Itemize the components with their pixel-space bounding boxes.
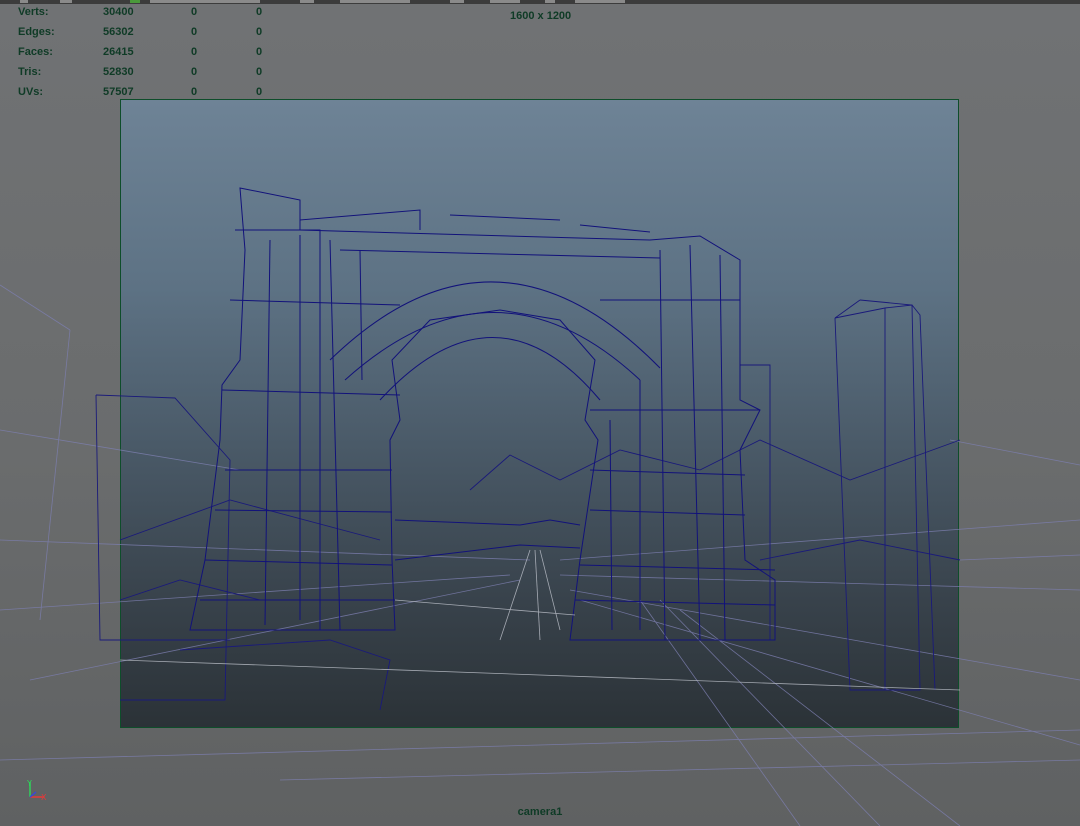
hud-row-faces: Faces: 26415 0 0: [18, 46, 268, 62]
hud-row-uvs: UVs: 57507 0 0: [18, 86, 268, 102]
hud-total: 26415: [103, 46, 134, 58]
hud-component: 0: [256, 46, 263, 58]
hud-selected: 0: [191, 46, 198, 58]
camera-name-label: camera1: [517, 806, 563, 818]
hud-row-edges: Edges: 56302 0 0: [18, 26, 268, 42]
arch-wireframe: [189, 187, 776, 641]
hud-selected: 0: [191, 86, 198, 98]
hud-component: 0: [256, 26, 263, 38]
blockout-geometry: [95, 299, 961, 711]
hud-total: 56302: [103, 26, 134, 38]
hud-row-tris: Tris: 52830 0 0: [18, 66, 268, 82]
resolution-label: 1600 x 1200: [510, 10, 572, 22]
hud-component: 0: [256, 6, 263, 18]
hud-component: 0: [256, 66, 263, 78]
ground-plane-wireframe: [0, 284, 1080, 826]
hud-label: Faces:: [18, 46, 53, 58]
hud-selected: 0: [191, 66, 198, 78]
hud-total: 30400: [103, 6, 134, 18]
hud-component: 0: [256, 86, 263, 98]
hud-label: Tris:: [18, 66, 42, 78]
hud-label: UVs:: [18, 86, 44, 98]
x-axis-label: X: [41, 793, 47, 802]
hud-label: Verts:: [18, 6, 49, 18]
y-axis-label: Y: [26, 779, 32, 788]
wireframe-scene[interactable]: Y X: [0, 0, 1080, 826]
hud-row-verts: Verts: 30400 0 0: [18, 6, 268, 22]
hud-selected: 0: [191, 26, 198, 38]
hud-label: Edges:: [18, 26, 55, 38]
hud-total: 52830: [103, 66, 134, 78]
hud-total: 57507: [103, 86, 134, 98]
viewport-panel[interactable]: Y X Verts: 30400 0 0 Edges: 56302 0 0 Fa…: [0, 0, 1080, 826]
hud-selected: 0: [191, 6, 198, 18]
axis-gizmo: Y X: [26, 779, 47, 802]
road-guides: [119, 549, 961, 691]
